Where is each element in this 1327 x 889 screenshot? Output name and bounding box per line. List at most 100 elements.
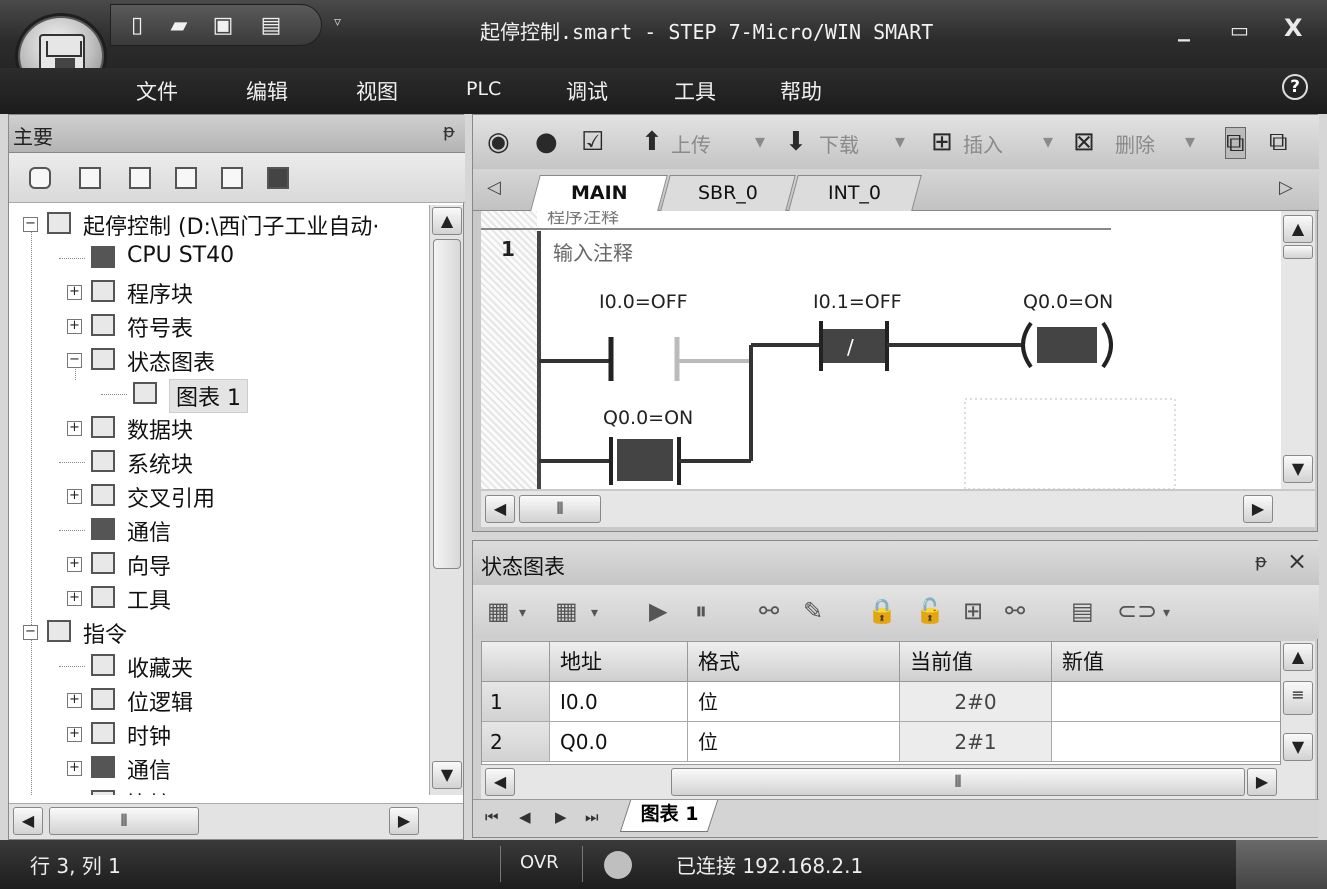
- help-icon[interactable]: ?: [1282, 74, 1308, 100]
- delete-icon[interactable]: ⊠: [1073, 127, 1095, 157]
- column-header-current[interactable]: 当前值: [900, 642, 1052, 682]
- tree-item[interactable]: 通信: [9, 513, 429, 547]
- tree-item[interactable]: + 符号表: [9, 309, 429, 343]
- scroll-right-icon[interactable]: ▶: [1247, 768, 1277, 796]
- delete-button[interactable]: 删除: [1115, 129, 1155, 158]
- menu-file[interactable]: 文件: [136, 76, 178, 106]
- menu-edit[interactable]: 编辑: [246, 76, 288, 106]
- scroll-thumb[interactable]: ⦀: [49, 807, 199, 835]
- symbol-table-icon[interactable]: [29, 167, 51, 189]
- unforce-all-icon[interactable]: ⊞: [963, 597, 983, 625]
- minimize-button[interactable]: _: [1178, 14, 1190, 42]
- pin-icon[interactable]: ᵽ: [1255, 551, 1267, 572]
- save-icon[interactable]: ▣: [211, 14, 235, 38]
- delete-dropdown-icon[interactable]: ▾: [1185, 129, 1195, 153]
- restore-button[interactable]: ▭: [1230, 18, 1249, 42]
- system-block-icon[interactable]: [175, 167, 197, 189]
- monitor-start-icon[interactable]: ▶: [649, 597, 667, 625]
- download-dropdown-icon[interactable]: ▾: [895, 129, 905, 153]
- qat-dropdown-icon[interactable]: ▿: [334, 14, 341, 30]
- scroll-up-icon[interactable]: ▲: [1283, 215, 1313, 243]
- add-row-icon[interactable]: ▦: [487, 597, 510, 625]
- tree-item[interactable]: + 工具: [9, 581, 429, 615]
- tab-scroll-left-icon[interactable]: ◁: [487, 177, 501, 198]
- prev-sheet-icon[interactable]: ◀: [519, 808, 531, 826]
- read-icon[interactable]: ⚯: [759, 597, 779, 625]
- grid-vertical-scrollbar[interactable]: ▲ ≡ ▼: [1281, 641, 1315, 765]
- tree-item[interactable]: +比较: [9, 785, 429, 795]
- insert-button[interactable]: 插入: [963, 129, 1003, 158]
- row-header[interactable]: 1: [482, 682, 550, 722]
- network-view-icon[interactable]: ⧉: [1225, 127, 1246, 159]
- open-icon[interactable]: ▰: [167, 14, 191, 38]
- pin-icon[interactable]: ᵽ: [443, 121, 455, 142]
- ladder-horizontal-scrollbar[interactable]: ◀ ⦀ ▶: [481, 491, 1315, 527]
- new-icon[interactable]: ▯: [125, 14, 149, 38]
- upload-icon[interactable]: ⬆: [641, 127, 663, 157]
- tab-main[interactable]: MAIN: [530, 175, 668, 211]
- tree-item[interactable]: 系统块: [9, 445, 429, 479]
- close-icon[interactable]: ×: [1287, 547, 1307, 575]
- cell-format[interactable]: 位: [688, 682, 900, 722]
- ladder-editor[interactable]: / 程序注释 1 输入注释 I0.0=OFF I0.1=OFF Q0.0=ON …: [481, 211, 1281, 489]
- cross-reference-icon[interactable]: [221, 167, 243, 189]
- menu-help[interactable]: 帮助: [780, 76, 822, 106]
- network-comment[interactable]: 输入注释: [553, 237, 633, 266]
- read-forced-icon[interactable]: ⚯: [1005, 597, 1025, 625]
- status-chart-icon[interactable]: [79, 167, 101, 189]
- scroll-thumb[interactable]: [1283, 245, 1313, 259]
- compile-icon[interactable]: ☑: [581, 127, 604, 157]
- insert-dropdown-icon[interactable]: ▾: [1043, 129, 1053, 153]
- scroll-left-icon[interactable]: ◀: [13, 807, 43, 835]
- scroll-left-icon[interactable]: ◀: [485, 768, 515, 796]
- tree-vertical-scrollbar[interactable]: ▲ ▼: [429, 205, 463, 795]
- cell-format[interactable]: 位: [688, 722, 900, 762]
- column-header-address[interactable]: 地址: [550, 642, 688, 682]
- contact-q00[interactable]: [617, 439, 673, 481]
- tree-expander-icon[interactable]: +: [67, 285, 82, 300]
- cell-address[interactable]: Q0.0: [550, 722, 688, 762]
- tree-expander-icon[interactable]: −: [67, 353, 82, 368]
- tree-item[interactable]: 图表 1: [9, 377, 429, 413]
- tree-item[interactable]: + 通信: [9, 751, 429, 785]
- tree-expander-icon[interactable]: +: [67, 421, 82, 436]
- run-icon[interactable]: ◉: [487, 127, 510, 157]
- scroll-left-icon[interactable]: ◀: [485, 495, 515, 523]
- trend-view-icon[interactable]: ▤: [1071, 597, 1094, 625]
- add-row-dropdown-icon[interactable]: ▾: [519, 605, 526, 621]
- scroll-up-icon[interactable]: ▲: [432, 207, 462, 235]
- write-icon[interactable]: ✎: [803, 597, 823, 625]
- menu-tools[interactable]: 工具: [674, 76, 716, 106]
- scroll-down-icon[interactable]: ▼: [432, 761, 462, 789]
- close-button[interactable]: X: [1284, 14, 1303, 42]
- download-icon[interactable]: ⬇: [785, 127, 807, 157]
- scroll-thumb[interactable]: ⦀: [671, 768, 1245, 796]
- tree-expander-icon[interactable]: +: [67, 557, 82, 572]
- sheet-tab-chart-1[interactable]: 图表 1: [619, 800, 719, 832]
- menu-view[interactable]: 视图: [356, 76, 398, 106]
- tab-sbr0[interactable]: SBR_0: [660, 175, 796, 211]
- tree-item[interactable]: + 时钟: [9, 717, 429, 751]
- symbol-view-icon[interactable]: ⧉: [1269, 127, 1288, 158]
- upload-dropdown-icon[interactable]: ▾: [755, 129, 765, 153]
- tree-item[interactable]: + 交叉引用: [9, 479, 429, 513]
- unforce-icon[interactable]: 🔓: [915, 597, 945, 625]
- tree-item[interactable]: + 数据块: [9, 411, 429, 445]
- contact-i01-nc[interactable]: [821, 329, 887, 363]
- insert-icon[interactable]: ⊞: [931, 127, 953, 157]
- stop-icon[interactable]: ●: [535, 127, 558, 157]
- scroll-right-icon[interactable]: ▶: [1243, 495, 1273, 523]
- scroll-right-icon[interactable]: ▶: [389, 807, 419, 835]
- force-icon[interactable]: 🔒: [867, 597, 897, 625]
- tree-expander-icon[interactable]: +: [67, 761, 82, 776]
- scroll-thumb[interactable]: ⦀: [519, 495, 601, 523]
- tree-expander-icon[interactable]: −: [23, 217, 38, 232]
- first-sheet-icon[interactable]: ⏮: [485, 808, 499, 826]
- ladder-vertical-scrollbar[interactable]: ▲ ▼: [1281, 211, 1315, 489]
- download-button[interactable]: 下载: [819, 129, 859, 158]
- tree-item[interactable]: − 起停控制 (D:\西门子工业自动·: [9, 207, 429, 241]
- resize-grip[interactable]: [1236, 840, 1327, 889]
- cell-new-value[interactable]: [1052, 682, 1280, 722]
- tree-item[interactable]: − 指令: [9, 615, 429, 649]
- tree-item[interactable]: + 程序块: [9, 275, 429, 309]
